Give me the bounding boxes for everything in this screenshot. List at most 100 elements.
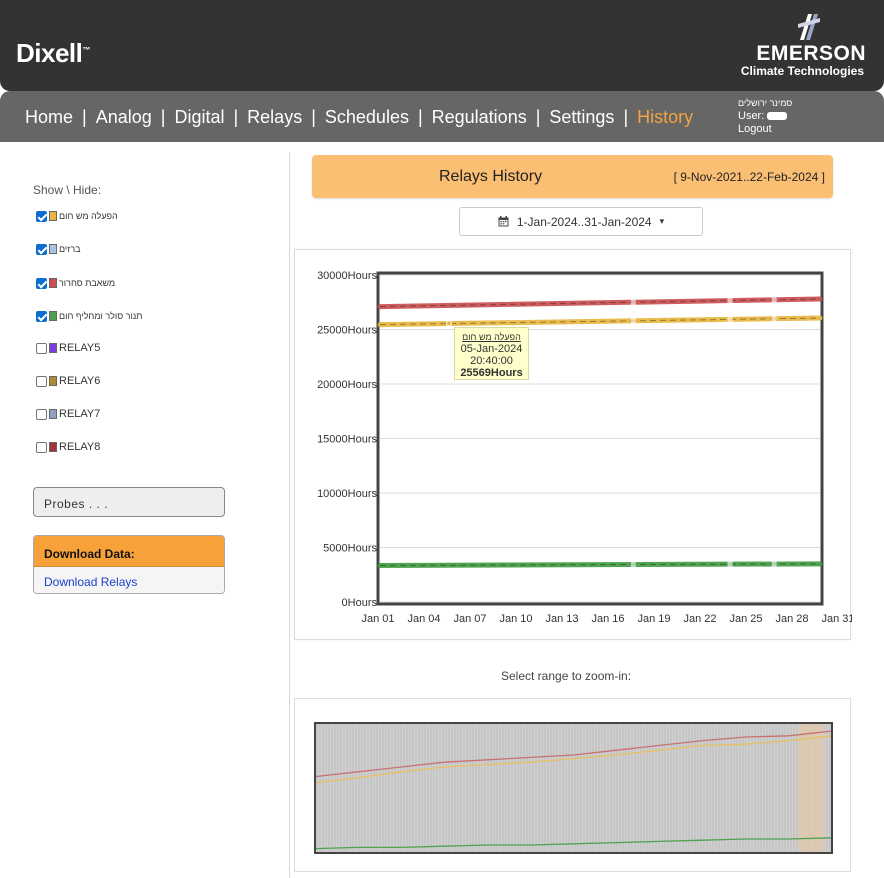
download-title: Download Data:	[34, 536, 224, 567]
calendar-icon	[498, 216, 509, 227]
relay-color-swatch	[49, 211, 57, 221]
tooltip-time: 20:40:00	[470, 355, 513, 367]
vertical-divider	[289, 152, 290, 878]
emerson-mark-icon	[798, 14, 820, 40]
nav-item-analog[interactable]: Analog	[96, 107, 152, 127]
relay-checkbox[interactable]	[36, 441, 47, 453]
site-name: סמינר ירושלים	[738, 98, 793, 108]
nav-item-regulations[interactable]: Regulations	[432, 107, 527, 127]
nav-menu: Home | Analog | Digital | Relays | Schedules | Reg…	[25, 107, 693, 128]
user-label: User:	[738, 110, 765, 122]
x-tick-label: Jan 16	[591, 613, 624, 625]
relay-toggle-4[interactable]: תנור סולר ומחליף חום	[36, 308, 143, 324]
download-relays-link[interactable]: Download Relays	[34, 567, 224, 593]
relay-color-swatch	[49, 244, 57, 254]
relay-label: ברזים	[59, 244, 81, 254]
relay-checkbox[interactable]	[36, 210, 47, 222]
header-bar: Dixell™ EMERSON Climate Technologies	[0, 0, 884, 91]
y-tick-label: 15000Hours	[317, 434, 377, 446]
x-tick-label: Jan 22	[683, 613, 716, 625]
history-title: Relays History	[439, 168, 543, 185]
overview-selection	[798, 723, 825, 853]
relay-color-swatch	[49, 442, 57, 452]
nav-separator: |	[233, 107, 239, 127]
relay-color-swatch	[49, 376, 57, 386]
relay-checkbox[interactable]	[36, 342, 47, 354]
history-range: [ 9-Nov-2021..22-Feb-2024 ]	[673, 170, 825, 184]
nav-separator: |	[417, 107, 423, 127]
x-tick-label: Jan 25	[729, 613, 762, 625]
series-gap	[771, 296, 777, 303]
history-banner: Relays History [ 9-Nov-2021..22-Feb-2024…	[312, 155, 833, 198]
nav-item-digital[interactable]: Digital	[174, 107, 224, 127]
emerson-subtitle: Climate Technologies	[740, 64, 864, 78]
user-name-redacted	[767, 112, 788, 121]
series-gap	[630, 299, 636, 306]
relay-toggle-3[interactable]: משאבת סחרור	[36, 275, 115, 291]
series-gap	[771, 315, 777, 322]
nav-item-home[interactable]: Home	[25, 107, 73, 127]
relay-checkbox[interactable]	[36, 277, 47, 289]
user-box: סמינר ירושלים User: Logout	[738, 97, 792, 136]
x-tick-label: Jan 28	[775, 613, 808, 625]
series-gap	[630, 317, 636, 324]
relay-checkbox[interactable]	[36, 375, 47, 387]
series-gap	[727, 561, 733, 568]
relay-toggle-5[interactable]: RELAY5	[36, 340, 100, 356]
x-tick-label: Jan 07	[453, 613, 486, 625]
nav-separator: |	[311, 107, 316, 127]
relay-label: משאבת סחרור	[59, 278, 116, 288]
y-tick-label: 25000Hours	[317, 325, 377, 337]
chart-tooltip: הפעלה מש חום 05-Jan-2024 20:40:00 25569H…	[454, 327, 529, 380]
x-tick-label: Jan 01	[361, 613, 394, 625]
nav-separator: |	[535, 107, 541, 127]
y-tick-label: 30000Hours	[317, 270, 377, 282]
series-gap	[771, 561, 777, 568]
relay-toggle-7[interactable]: RELAY7	[36, 406, 100, 422]
caret-down-icon: ▾	[659, 216, 665, 226]
zoom-range-label: Select range to zoom-in:	[501, 669, 632, 683]
relay-color-swatch	[49, 343, 57, 353]
nav-separator: |	[160, 107, 166, 127]
relay-color-swatch	[49, 409, 57, 419]
relay-toggle-8[interactable]: RELAY8	[36, 439, 100, 455]
relay-label: תנור סולר ומחליף חום	[59, 311, 143, 321]
relay-label: RELAY6	[59, 375, 101, 387]
y-tick-label: 20000Hours	[317, 379, 377, 391]
tooltip-date: 05-Jan-2024	[460, 343, 523, 355]
probes-button[interactable]: Probes . . .	[33, 487, 225, 517]
nav-separator: |	[623, 107, 629, 127]
date-range-value: 1-Jan-2024..31-Jan-2024	[516, 214, 652, 229]
relay-checkbox[interactable]	[36, 408, 47, 420]
relay-toggle-6[interactable]: RELAY6	[36, 373, 100, 389]
relay-toggle-1[interactable]: הפעלה מש חום	[36, 208, 118, 224]
relay-checkbox[interactable]	[36, 310, 47, 322]
relay-color-swatch	[49, 278, 57, 288]
relay-toggle-2[interactable]: ברזים	[36, 241, 81, 257]
series-gap	[727, 297, 733, 304]
nav-item-relays[interactable]: Relays	[247, 107, 302, 127]
nav-item-settings[interactable]: Settings	[549, 107, 614, 127]
y-tick-label: 5000Hours	[323, 543, 377, 555]
relay-label: RELAY8	[59, 441, 101, 453]
nav-item-history[interactable]: History	[637, 107, 693, 127]
hover-point	[445, 320, 452, 327]
nav-item-schedules[interactable]: Schedules	[325, 107, 409, 127]
download-panel: Download Data: Download Relays	[33, 535, 225, 594]
emerson-name: EMERSON	[756, 42, 866, 65]
logout-link[interactable]: Logout	[738, 123, 792, 136]
emerson-logo: EMERSON Climate Technologies	[736, 12, 866, 80]
show-hide-title: Show \ Hide:	[33, 183, 102, 197]
relay-label: RELAY5	[59, 342, 101, 354]
dixell-logo: Dixell™	[16, 38, 90, 68]
series-gap	[630, 561, 636, 568]
relays-history-chart[interactable]: 0Hours 5000Hours 10000Hours 15000Hours 20000…	[295, 250, 852, 641]
date-range-picker[interactable]: 1-Jan-2024..31-Jan-2024 ▾	[459, 207, 703, 236]
user-line: User:	[738, 110, 792, 123]
x-tick-label: Jan 19	[637, 613, 670, 625]
x-tick-label: Jan 31	[821, 613, 852, 625]
overview-range-selector[interactable]	[295, 699, 852, 873]
nav-separator: |	[82, 107, 87, 127]
relay-checkbox[interactable]	[36, 243, 47, 255]
tooltip-relay: הפעלה מש חום	[462, 332, 521, 342]
